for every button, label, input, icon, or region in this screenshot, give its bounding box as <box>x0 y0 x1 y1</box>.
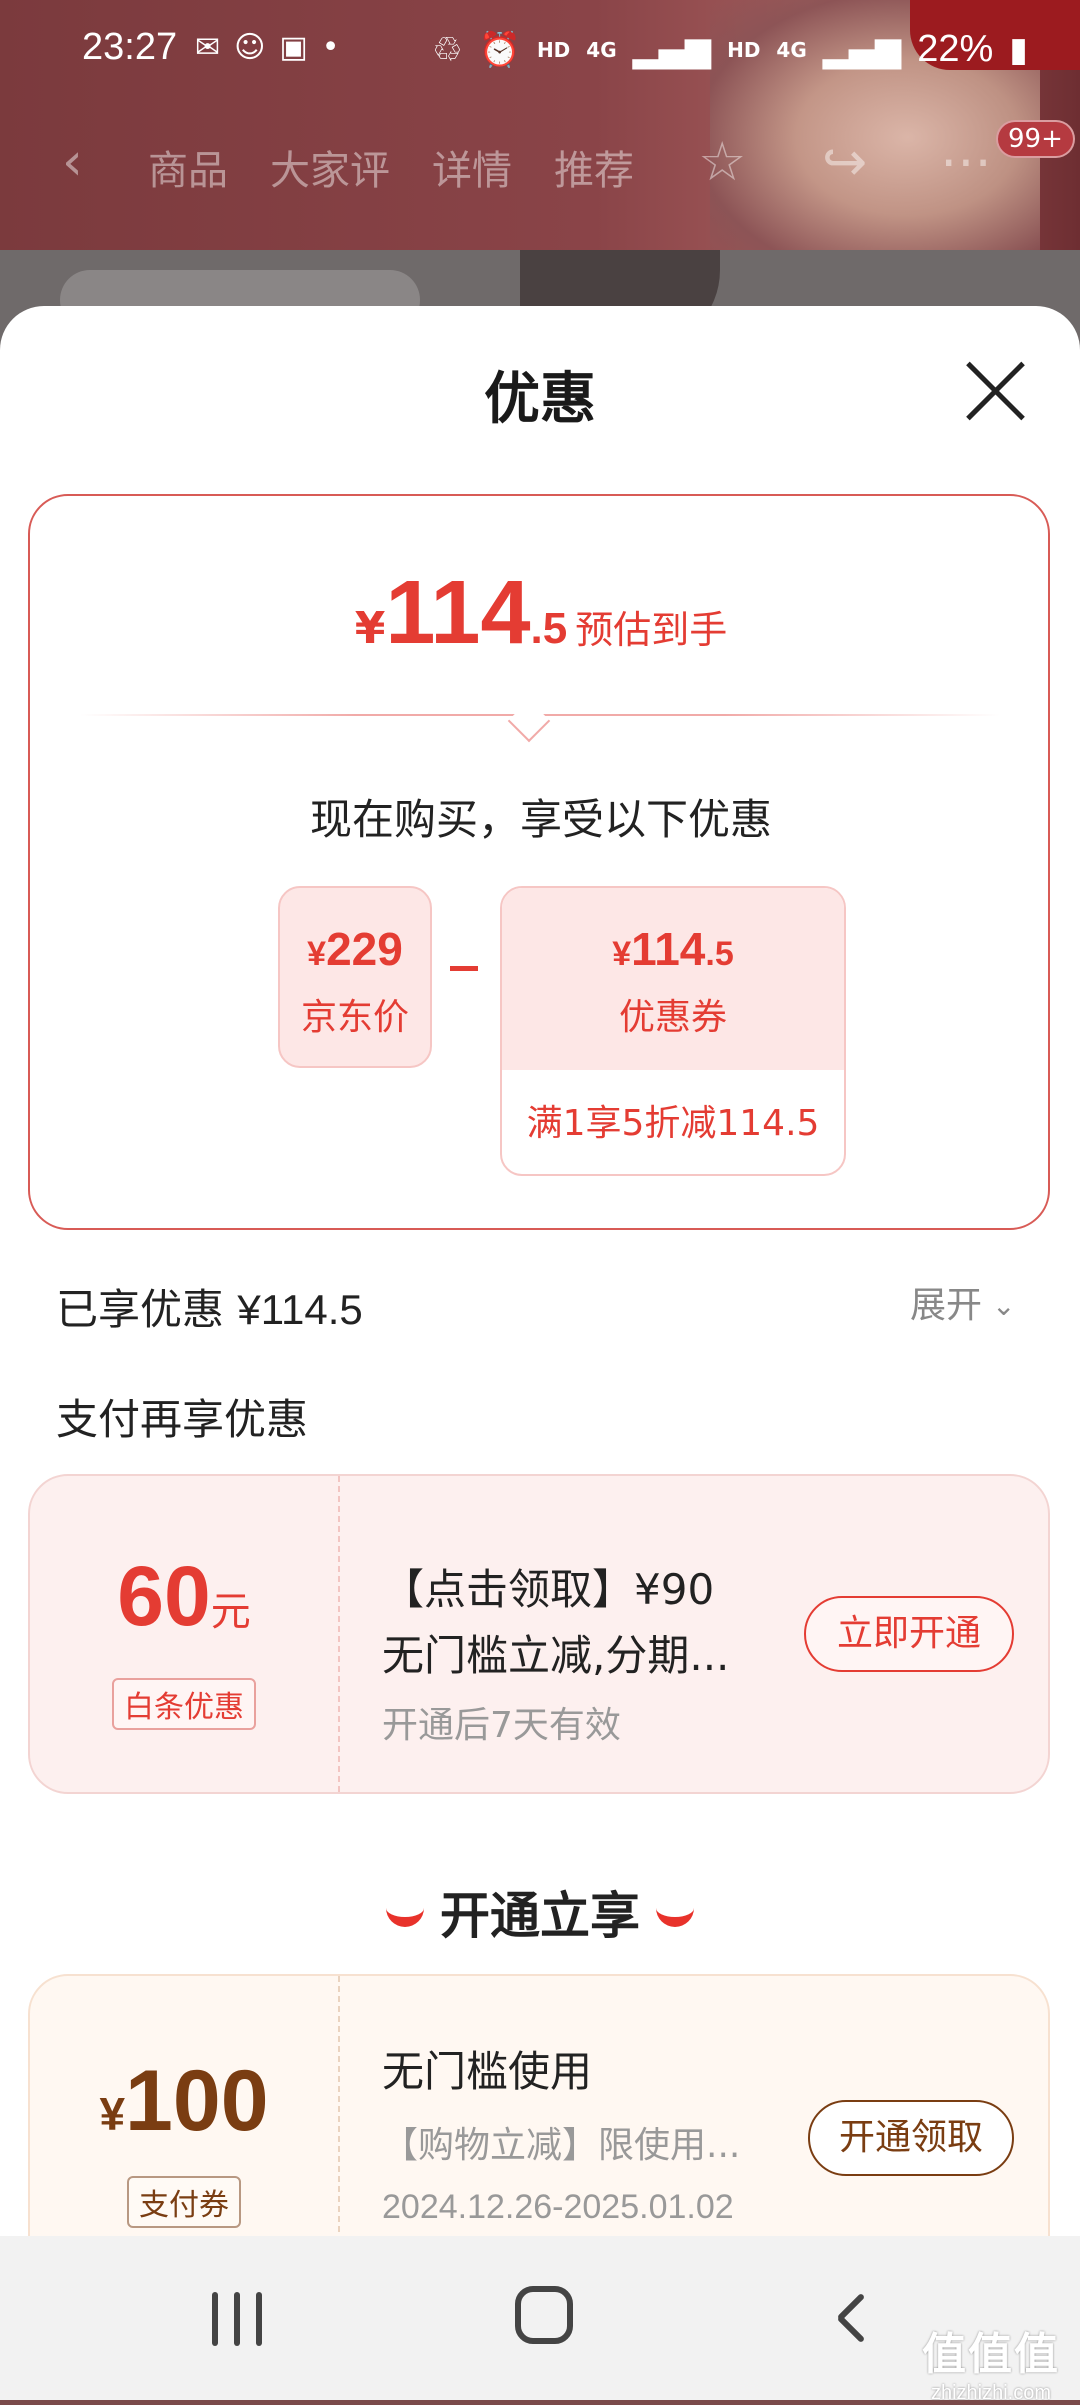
recycle-icon: ♲ <box>432 29 463 70</box>
pay-coupon-card[interactable]: ¥100 支付券 无门槛使用 【购物立减】限使用... 2024.12.26-2… <box>28 1974 1050 2236</box>
baitiao-amount-value: 60 <box>117 1549 211 1643</box>
now-buy-text: 现在购买，享受以下优惠 <box>309 795 772 844</box>
pay-coupon-amount-value: 100 <box>125 2053 269 2149</box>
baitiao-offer-card[interactable]: 60元 白条优惠 【点击领取】¥90 无门槛立减,分期... 开通后7天有效 立… <box>28 1474 1050 1794</box>
coupon-decimal: .5 <box>705 935 734 973</box>
pay-coupon-line1: 无门槛使用 <box>382 2047 593 2096</box>
estimate-integer: 114 <box>385 563 531 663</box>
system-nav-bar <box>0 2236 1080 2400</box>
back-nav-icon[interactable] <box>826 2292 876 2342</box>
wechat-icon: ✉ <box>195 30 235 65</box>
baitiao-amount: 60元 <box>30 1548 338 1645</box>
pay-coupon-tag-wrap: 支付券 <box>30 2176 338 2228</box>
baitiao-line1: 【点击领取】¥90 <box>382 1565 715 1614</box>
coupon-integer: 114 <box>631 923 706 975</box>
recents-bar-1 <box>212 2292 218 2346</box>
tab-details: 详情 <box>432 148 512 194</box>
tab-recommend: 推荐 <box>554 148 634 194</box>
watermark-url: zhizhizhi.com <box>930 2382 1052 2404</box>
baitiao-validity: 开通后7天有效 <box>382 1705 621 1746</box>
status-right: ♲ ⏰ HD 4G ▂▄▆ HD 4G ▂▄▆ 22% ▮ <box>432 28 1028 71</box>
activate-now-button[interactable]: 立即开通 <box>804 1596 1014 1672</box>
recents-bar-3 <box>256 2292 262 2346</box>
coupon-currency: ¥ <box>612 935 632 973</box>
smile-decoration-left <box>386 1897 424 1927</box>
pay-coupon-tag: 支付券 <box>127 2176 241 2228</box>
close-icon[interactable] <box>960 356 1030 426</box>
baitiao-line2: 无门槛立减,分期... <box>382 1631 730 1680</box>
expand-toggle[interactable]: 展开 ⌄ <box>910 1276 1015 1328</box>
smile-decoration-right <box>656 1897 694 1927</box>
jd-price-value: 229 <box>326 923 403 975</box>
image-icon: ▣ <box>279 30 322 65</box>
dot-icon: • <box>321 30 354 65</box>
battery-icon: ▮ <box>1009 29 1028 70</box>
notification-icons: ✉☺▣• <box>195 30 353 65</box>
status-time: 23:27 <box>82 26 178 68</box>
product-nav-bar: ‹ 商品 大家评 详情 推荐 ☆ ↪ ⋯ 99+ <box>0 120 1080 210</box>
pay-coupon-dates: 2024.12.26-2025.01.02 <box>382 2188 734 2226</box>
jd-currency: ¥ <box>307 935 327 973</box>
minus-sign <box>450 966 478 971</box>
enjoyed-amount: ¥114.5 <box>237 1286 363 1333</box>
estimate-decimal: .5 <box>530 604 568 653</box>
coupon-label: 优惠券 <box>618 997 727 1038</box>
baitiao-tag-wrap: 白条优惠 <box>30 1678 338 1730</box>
divider-notch <box>507 699 551 743</box>
tab-goods: 商品 <box>148 148 228 194</box>
expand-label: 展开 <box>910 1285 983 1326</box>
network-label-2: 4G <box>776 37 807 62</box>
coupon-box: ¥114.5 优惠券 满1享5折减114.5 <box>500 886 846 1176</box>
hd-label-2: HD <box>727 37 761 62</box>
pay-coupon-amount: ¥100 <box>30 2052 338 2151</box>
pay-coupon-line2: 【购物立减】限使用... <box>382 2125 741 2166</box>
message-badge: 99+ <box>996 120 1075 158</box>
pay-more-title: 支付再享优惠 <box>56 1395 309 1444</box>
recents-icon[interactable] <box>212 2292 268 2346</box>
favorite-star-icon: ☆ <box>698 130 747 193</box>
sheet-title: 优惠 <box>484 367 596 432</box>
home-icon[interactable] <box>515 2286 573 2344</box>
person-icon: ☺ <box>234 30 280 65</box>
enjoyed-discount: 已享优惠 ¥114.5 <box>56 1276 363 1337</box>
estimate-currency: ¥ <box>354 603 386 654</box>
open-enjoy-heading: 开通立享 <box>0 1876 1080 1948</box>
back-icon: ‹ <box>62 132 83 192</box>
watermark: 值值值 zhizhizhi.com <box>922 2318 1060 2405</box>
pay-coupon-currency: ¥ <box>99 2088 126 2140</box>
watermark-text: 值值值 <box>922 2329 1060 2380</box>
jd-price: ¥229 <box>280 922 430 976</box>
chevron-down-icon: ⌄ <box>992 1289 1016 1322</box>
activate-claim-button[interactable]: 开通领取 <box>808 2100 1014 2176</box>
enjoyed-label: 已享优惠 <box>56 1285 225 1334</box>
alarm-icon: ⏰ <box>478 29 521 70</box>
more-icon: ⋯ <box>940 132 992 192</box>
signal-icon-2: ▂▄▆ <box>822 29 902 70</box>
estimate-label: 预估到手 <box>575 608 728 652</box>
discount-sheet: 优惠 ¥114.5 预估到手 现在购买，享受以下优惠 ¥229 京东价 ¥114.… <box>0 306 1080 2236</box>
network-label-1: 4G <box>586 37 617 62</box>
recents-bar-2 <box>234 2292 240 2346</box>
status-bar: 23:27 ✉☺▣• ♲ ⏰ HD 4G ▂▄▆ HD 4G ▂▄▆ 22% ▮ <box>0 0 1080 100</box>
card-separator <box>338 1976 340 2236</box>
hd-label-1: HD <box>536 37 571 62</box>
signal-icon-1: ▂▄▆ <box>632 29 712 70</box>
price-summary-card: ¥114.5 预估到手 现在购买，享受以下优惠 ¥229 京东价 ¥114.5 优… <box>28 494 1050 1230</box>
baitiao-amount-unit: 元 <box>210 1589 251 1635</box>
coupon-price: ¥114.5 <box>502 888 844 976</box>
product-tabs: 商品 大家评 详情 推荐 <box>148 138 634 196</box>
tab-reviews: 大家评 <box>270 148 390 194</box>
share-icon: ↪ <box>822 130 868 193</box>
battery-percent: 22% <box>917 28 994 70</box>
coupon-rule: 满1享5折减114.5 <box>526 1103 820 1144</box>
jd-price-label: 京东价 <box>300 997 409 1038</box>
coupon-box-top: ¥114.5 优惠券 <box>502 888 844 1070</box>
baitiao-tag: 白条优惠 <box>112 1678 256 1730</box>
jd-price-box: ¥229 京东价 <box>278 886 432 1068</box>
open-enjoy-title: 开通立享 <box>440 1887 640 1945</box>
card-separator <box>338 1476 340 1792</box>
estimated-price: ¥114.5 预估到手 <box>30 562 1052 665</box>
